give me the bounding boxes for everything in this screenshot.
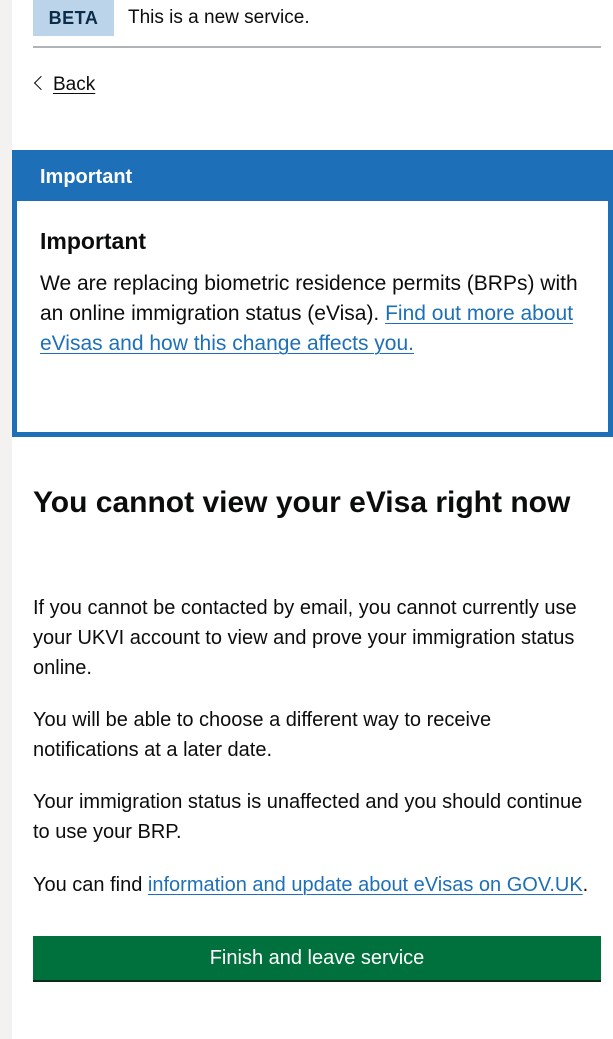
notification-banner-title: Important xyxy=(40,166,133,188)
chevron-left-icon xyxy=(33,75,49,91)
govuk-info-suffix: . xyxy=(582,874,589,896)
notification-banner-content: Important We are replacing biometric res… xyxy=(17,201,608,432)
phase-banner: BETA This is a new service. xyxy=(33,0,601,48)
govuk-evisa-link[interactable]: information and update about eVisas on G… xyxy=(148,874,583,896)
page-title: You cannot view your eVisa right now xyxy=(33,486,571,519)
govuk-info-prefix: You can find xyxy=(33,874,148,896)
notification-banner: Important Important We are replacing bio… xyxy=(12,150,613,437)
back-link[interactable]: Back xyxy=(33,70,95,100)
paragraph-govuk-info: You can find information and update abou… xyxy=(33,870,601,900)
beta-tag: BETA xyxy=(33,0,114,36)
paragraph-contact-email: If you cannot be contacted by email, you… xyxy=(33,597,577,679)
phase-banner-text: This is a new service. xyxy=(128,7,310,28)
notification-body: We are replacing biometric residence per… xyxy=(40,269,585,359)
notification-heading: Important xyxy=(40,228,147,254)
page: BETA This is a new service. Back Importa… xyxy=(12,0,613,1039)
paragraph-notifications: You will be able to choose a different w… xyxy=(33,709,492,761)
finish-and-leave-button[interactable]: Finish and leave service xyxy=(33,936,601,980)
back-link-label: Back xyxy=(53,74,96,95)
paragraph-status-unaffected: Your immigration status is unaffected an… xyxy=(33,791,583,843)
